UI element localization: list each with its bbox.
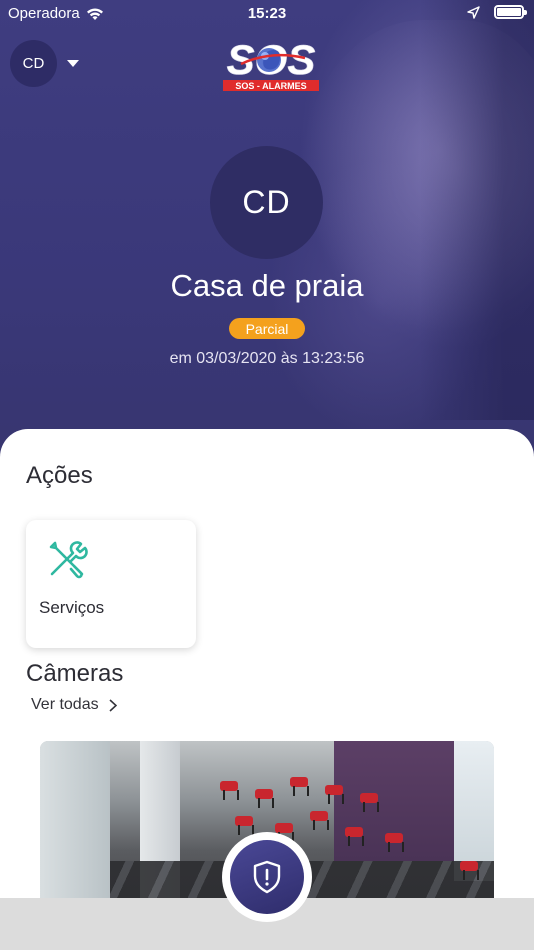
- battery-icon: [494, 5, 527, 19]
- location-arrow-icon: [467, 5, 480, 19]
- account-avatar: CD: [10, 40, 57, 87]
- cameras-title: Câmeras: [26, 660, 124, 687]
- account-switcher[interactable]: CD: [10, 40, 79, 87]
- tools-icon: [49, 541, 88, 579]
- see-all-cameras-link[interactable]: Ver todas: [31, 696, 117, 714]
- services-card[interactable]: Serviços: [26, 520, 196, 648]
- camera-chair: [385, 833, 404, 852]
- sos-logo: SOS SOS - ALARMES: [223, 36, 319, 91]
- camera-chair: [325, 785, 344, 804]
- status-bar: Operadora 15:23: [0, 0, 534, 28]
- caret-down-icon: [67, 60, 79, 67]
- shield-alert-icon: [253, 860, 281, 894]
- clock: 15:23: [247, 5, 287, 22]
- services-label: Serviços: [39, 598, 105, 617]
- place-name: Casa de praia: [170, 268, 364, 303]
- camera-chair: [290, 777, 309, 796]
- status-timestamp: em 03/03/2020 às 13:23:56: [169, 350, 365, 367]
- profile-avatar: CD: [210, 146, 323, 259]
- camera-chair: [220, 781, 239, 800]
- actions-title: Ações: [26, 462, 93, 489]
- camera-chair: [345, 827, 364, 846]
- camera-chair: [310, 811, 329, 830]
- camera-chair: [235, 816, 254, 835]
- camera-chair: [460, 861, 479, 880]
- logo-subtext: SOS - ALARMES: [235, 81, 306, 91]
- alarm-shield-button[interactable]: [222, 832, 312, 922]
- camera-chair: [255, 789, 274, 808]
- status-badge: Parcial: [229, 318, 305, 339]
- chevron-right-icon: [109, 698, 117, 712]
- camera-chair: [275, 823, 294, 842]
- camera-chair: [360, 793, 379, 812]
- see-all-label: Ver todas: [31, 696, 99, 713]
- content-sheet: Ações Serviços Câmeras Ver todas: [0, 429, 534, 899]
